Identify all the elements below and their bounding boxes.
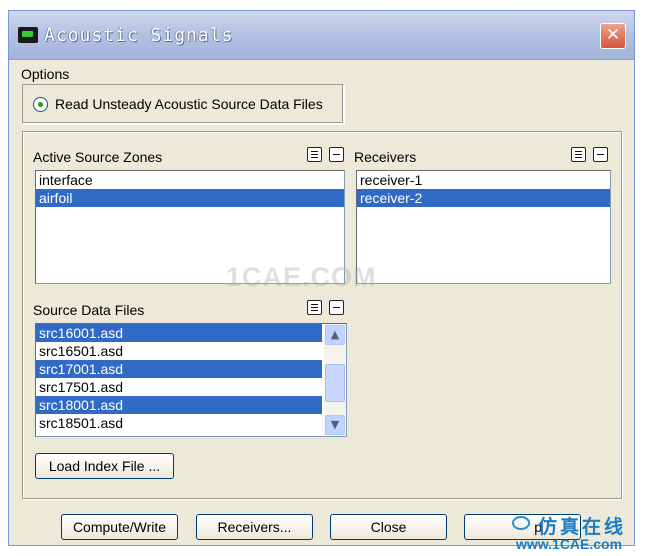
deselect-all-receivers-icon[interactable] bbox=[593, 147, 608, 162]
list-item[interactable]: src18001.asd bbox=[36, 396, 322, 414]
files-scrollbar[interactable]: ▲ ▼ bbox=[324, 324, 346, 436]
close-button[interactable]: Close bbox=[330, 514, 447, 540]
title-bar[interactable]: Acoustic Signals ✕ bbox=[9, 11, 634, 60]
scroll-up-icon[interactable]: ▲ bbox=[325, 325, 345, 345]
list-item[interactable]: src16001.asd bbox=[36, 324, 322, 342]
list-item[interactable]: src16501.asd bbox=[36, 342, 322, 360]
read-unsteady-radio[interactable] bbox=[33, 97, 48, 112]
list-item[interactable]: receiver-2 bbox=[357, 189, 610, 207]
brand-name: 仿真在线 bbox=[538, 516, 627, 538]
scroll-thumb[interactable] bbox=[325, 364, 345, 402]
list-item[interactable]: src17001.asd bbox=[36, 360, 322, 378]
list-item[interactable]: src17501.asd bbox=[36, 378, 322, 396]
deselect-all-files-icon[interactable] bbox=[329, 300, 344, 315]
source-data-files-list[interactable]: src16001.asd src16501.asd src17001.asd src1… bbox=[35, 323, 347, 437]
watermark-text: 1CAE.COM bbox=[226, 262, 377, 292]
active-source-zones-label: Active Source Zones bbox=[33, 149, 163, 165]
source-data-files-label: Source Data Files bbox=[33, 302, 145, 318]
close-window-button[interactable]: ✕ bbox=[600, 23, 626, 49]
receivers-label: Receivers bbox=[354, 149, 417, 165]
deselect-all-zones-icon[interactable] bbox=[329, 147, 344, 162]
read-unsteady-radio-label[interactable]: Read Unsteady Acoustic Source Data Files bbox=[55, 96, 323, 112]
list-item[interactable]: src18501.asd bbox=[36, 414, 322, 432]
wechat-icon bbox=[512, 516, 530, 530]
receivers-list[interactable]: receiver-1 receiver-2 bbox=[356, 170, 611, 284]
list-item[interactable]: interface bbox=[36, 171, 344, 189]
load-index-file-button[interactable]: Load Index File ... bbox=[35, 453, 174, 479]
brand-watermark: 仿真在线 www.1CAE.com bbox=[500, 512, 650, 554]
compute-write-button[interactable]: Compute/Write bbox=[61, 514, 178, 540]
receivers-button[interactable]: Receivers... bbox=[196, 514, 313, 540]
options-label: Options bbox=[21, 66, 70, 82]
brand-url: www.1CAE.com bbox=[516, 536, 623, 552]
app-icon bbox=[18, 27, 38, 43]
select-all-receivers-icon[interactable] bbox=[571, 147, 586, 162]
list-item[interactable]: receiver-1 bbox=[357, 171, 610, 189]
options-group: Read Unsteady Acoustic Source Data Files bbox=[22, 84, 344, 124]
select-all-files-icon[interactable] bbox=[307, 300, 322, 315]
list-item[interactable]: airfoil bbox=[36, 189, 344, 207]
window-title: Acoustic Signals bbox=[44, 25, 234, 46]
select-all-zones-icon[interactable] bbox=[307, 147, 322, 162]
scroll-down-icon[interactable]: ▼ bbox=[325, 415, 345, 435]
